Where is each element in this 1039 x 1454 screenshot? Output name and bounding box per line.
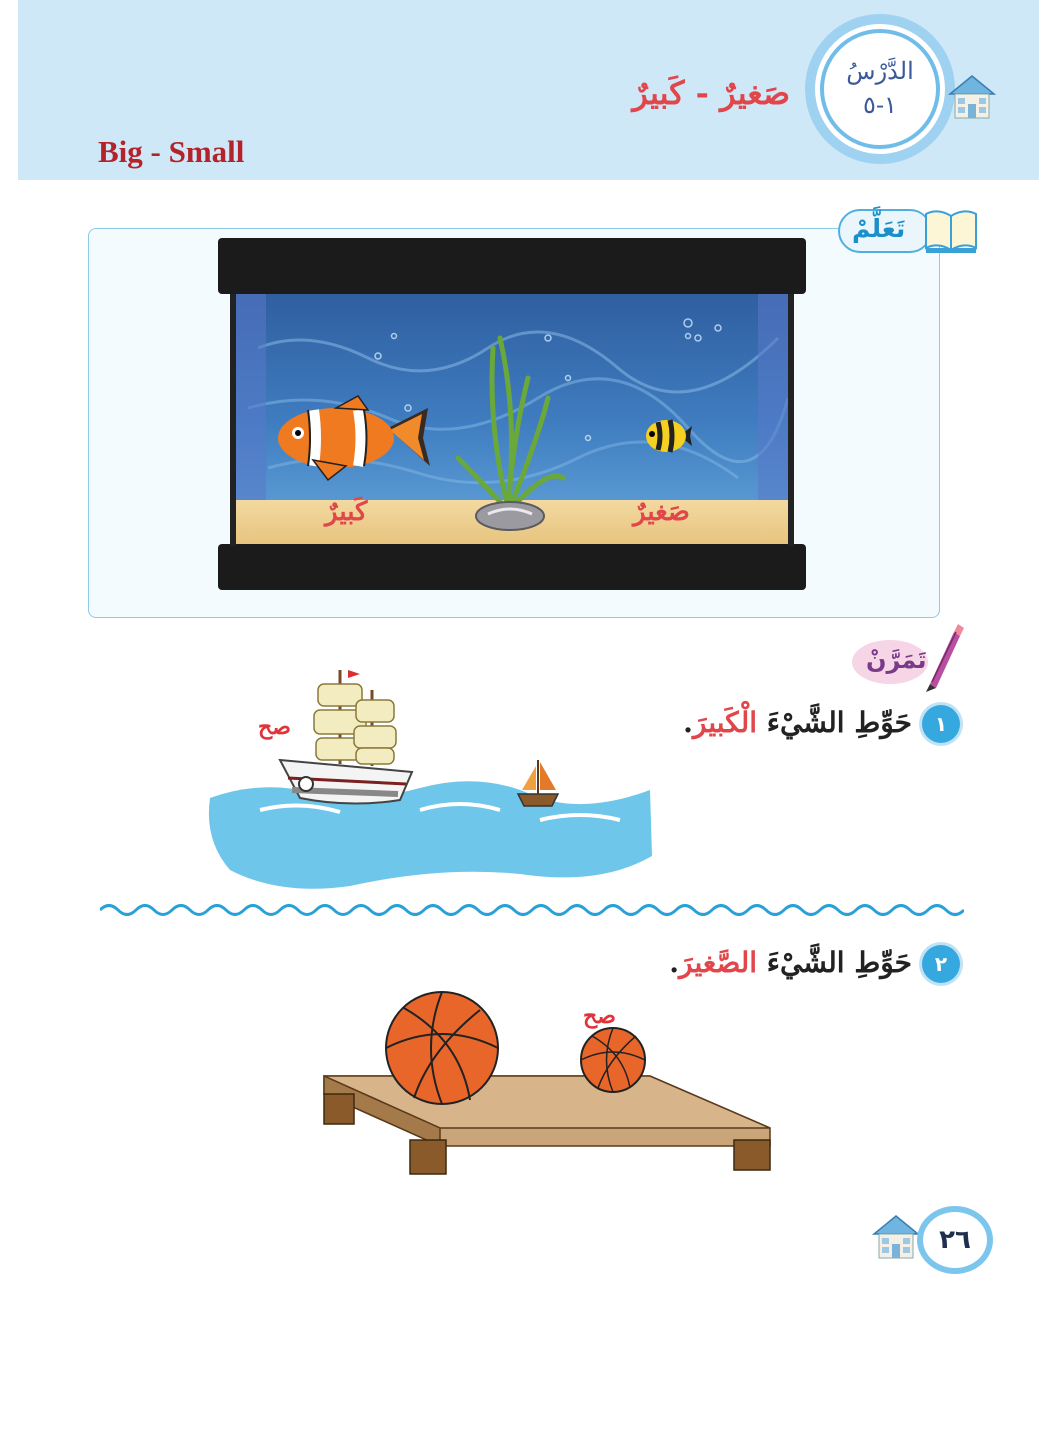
big-fish-label: كَبيرٌ	[325, 497, 368, 527]
question-2-suffix: .	[669, 946, 680, 979]
small-fish-label: صَغيرٌ	[633, 497, 690, 527]
question-2-check: صح	[583, 1003, 616, 1029]
lesson-title: صَغيرٌ - كَبيرٌ	[632, 74, 790, 112]
small-ship-illustration	[516, 760, 560, 807]
question-1-highlight: الْكَبيرَ	[692, 706, 758, 739]
big-ball-illustration	[385, 991, 499, 1105]
practice-label-text: تَمَرَّنْ	[866, 646, 927, 674]
ships-illustration	[208, 670, 652, 889]
question-1-suffix: .	[683, 706, 693, 739]
question-1-number: ١	[922, 705, 960, 743]
lesson-number: ١-٥	[863, 91, 897, 119]
pencil-icon	[926, 624, 964, 692]
learn-label: تَعَلَّمْ	[838, 204, 978, 256]
question-2-text-prefix: حَوِّطِ الشَّيْءَ	[766, 946, 912, 979]
question-2-text: حَوِّطِ الشَّيْءَ الصَّغيرَ.	[620, 946, 912, 979]
balls-table-illustration	[323, 991, 771, 1175]
small-ball-illustration	[580, 1027, 646, 1093]
english-title: Big - Small	[98, 134, 245, 169]
wavy-divider	[100, 904, 964, 916]
lesson-word: الدَّرْسُ	[846, 57, 914, 86]
question-1-check: صح	[258, 714, 291, 740]
house-icon	[948, 75, 996, 119]
practice-label: تَمَرَّنْ	[850, 624, 970, 694]
footer-house-icon	[872, 1215, 920, 1259]
question-1-text-prefix: حَوِّطِ الشَّيْءَ	[766, 706, 912, 739]
lesson-badge: الدَّرْسُ ١-٥	[805, 14, 955, 164]
aquarium-illustration	[218, 238, 806, 590]
big-ship-illustration	[278, 670, 414, 805]
page-number: ٢٦	[917, 1206, 993, 1274]
question-2-number: ٢	[922, 945, 960, 983]
question-2-highlight: الصَّغيرَ	[679, 946, 758, 979]
book-icon	[925, 210, 977, 253]
question-1-text: حَوِّطِ الشَّيْءَ الْكَبيرَ.	[620, 706, 912, 739]
learn-label-text: تَعَلَّمْ	[852, 214, 906, 243]
